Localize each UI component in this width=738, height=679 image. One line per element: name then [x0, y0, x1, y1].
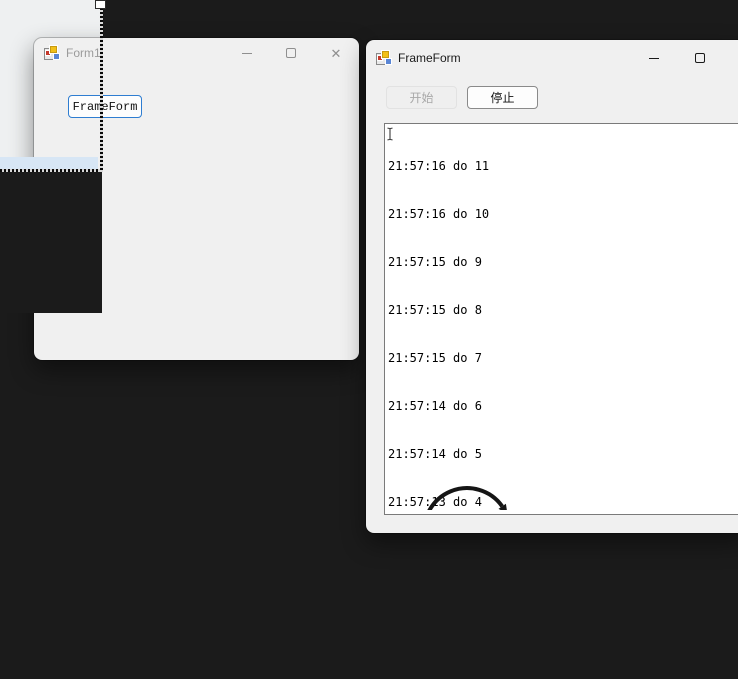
- log-line: 21:57:15 do 8: [388, 303, 482, 317]
- start-button[interactable]: 开始: [386, 86, 457, 109]
- dark-overlay: [0, 171, 102, 313]
- maximize-icon: [286, 48, 296, 58]
- log-line: 21:57:16 do 10: [388, 207, 490, 221]
- logo-wordmark: 51Aspx: [399, 510, 535, 514]
- designer-selection-border-right: [100, 0, 103, 172]
- designer-bottom-strip: [0, 157, 98, 169]
- designer-selection-border-bottom: [0, 169, 103, 172]
- logo-51: 51: [417, 510, 453, 514]
- logo-x: x: [501, 510, 518, 514]
- log-line: 21:57:15 do 9: [388, 255, 482, 269]
- log-textbox[interactable]: 21:57:16 do 11 21:57:16 do 10 21:57:15 d…: [384, 123, 738, 515]
- designer-resize-handle[interactable]: [95, 0, 106, 9]
- winforms-app-icon: [44, 45, 60, 61]
- frameform-minimize-button[interactable]: [631, 40, 677, 76]
- minimize-icon: [649, 57, 659, 59]
- open-frameform-button[interactable]: FrameForm: [68, 95, 142, 118]
- maximize-icon: [695, 53, 705, 63]
- frameform-window: FrameForm 开始 停止 21:57:16 do 11 21:57:16 …: [366, 40, 738, 533]
- frameform-window-title: FrameForm: [398, 51, 461, 65]
- log-line: 21:57:15 do 7: [388, 351, 482, 365]
- stop-button[interactable]: 停止: [467, 86, 538, 109]
- log-lines: 21:57:16 do 11 21:57:16 do 10 21:57:15 d…: [388, 126, 490, 514]
- form1-minimize-button[interactable]: [225, 38, 269, 68]
- form1-close-button[interactable]: ✕: [313, 38, 359, 68]
- log-line: 21:57:14 do 6: [388, 399, 482, 413]
- frameform-maximize-button[interactable]: [677, 40, 723, 76]
- 51aspx-logo: 51Aspx 源码服务专家: [414, 484, 520, 514]
- form1-maximize-button[interactable]: [269, 38, 313, 68]
- logo-asp: Asp: [451, 510, 503, 514]
- minimize-icon: [242, 52, 252, 54]
- winforms-app-icon: [376, 50, 392, 66]
- form1-window-title: Form1: [66, 46, 101, 60]
- log-line: 21:57:14 do 5: [388, 447, 482, 461]
- log-line: 21:57:16 do 11: [388, 159, 490, 173]
- close-icon: ✕: [330, 45, 342, 61]
- desktop: Form1 ✕ FrameForm FrameForm 开始 停止 21:57:…: [0, 0, 738, 679]
